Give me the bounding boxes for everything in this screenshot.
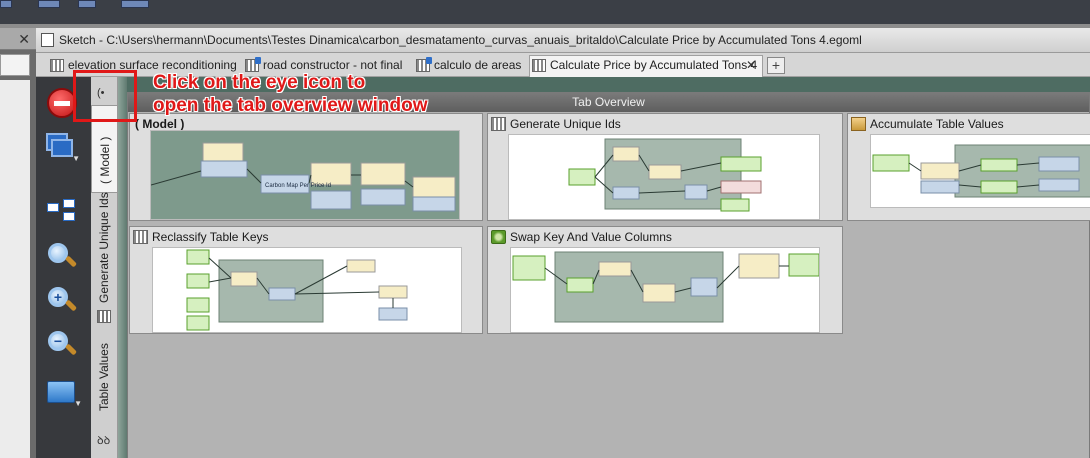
thumbnail xyxy=(510,247,820,333)
thumbnail: Carbon Map Per Price Id xyxy=(150,130,460,220)
model-canvas[interactable]: Tab Overview ( Model ) Carbon Map Per Pr… xyxy=(118,77,1090,458)
card-title-text: Reclassify Table Keys xyxy=(152,230,269,244)
tab-label: Calculate Price by Accumulated Tons 4 xyxy=(550,58,758,72)
document-icon xyxy=(41,33,54,47)
left-dock-body xyxy=(0,80,30,458)
accumulate-thumbnail xyxy=(872,144,1090,198)
overview-card-accumulate-table-values[interactable]: Accumulate Table Values xyxy=(847,113,1090,221)
generate-thumbnail xyxy=(568,138,762,212)
zoom-in-button[interactable]: + xyxy=(44,283,80,319)
window-titlebar: Sketch - C:\Users\hermann\Documents\Test… xyxy=(36,28,1090,53)
gear-icon xyxy=(491,230,506,244)
side-tab-strip: (• ( Model ) Generate Unique Ids Table V… xyxy=(91,77,118,458)
card-title: Accumulate Table Values xyxy=(851,117,1004,131)
left-dock-header: ✕ xyxy=(0,28,36,50)
thumbnail xyxy=(152,247,462,333)
windows-icon: ▼ xyxy=(46,133,80,163)
table-icon xyxy=(851,117,866,131)
card-title-text: Accumulate Table Values xyxy=(870,117,1004,131)
canvas-edge xyxy=(118,77,127,458)
overview-card-reclassify-table-keys[interactable]: Reclassify Table Keys xyxy=(129,226,483,334)
tab-overview-window: Tab Overview ( Model ) Carbon Map Per Pr… xyxy=(127,92,1090,458)
svg-text:Carbon Map Per Price Id: Carbon Map Per Price Id xyxy=(265,183,331,189)
side-tab-label: ( Model ) xyxy=(98,136,112,184)
toolbar-button[interactable] xyxy=(78,0,96,8)
tab-label: road constructor - not final xyxy=(263,58,403,72)
layout-button[interactable] xyxy=(44,193,80,229)
swap-thumbnail xyxy=(512,251,819,323)
container-icon: ▼ xyxy=(47,381,82,408)
side-tab-generate-unique-ids[interactable]: Generate Unique Ids xyxy=(91,192,117,307)
reclassify-thumbnail xyxy=(186,249,408,331)
vertical-toolbar: ▼ + − ▼ xyxy=(36,77,91,458)
overview-body: ( Model ) Carbon Map Per Price Id Genera… xyxy=(128,112,1090,458)
tab-calculate-price[interactable]: Calculate Price by Accumulated Tons 4 ✕ xyxy=(529,55,763,78)
grid-icon xyxy=(532,59,546,72)
side-tab-label: Table Values xyxy=(97,343,111,411)
left-dock-field[interactable] xyxy=(0,54,30,76)
grid-icon xyxy=(133,230,148,244)
app-toolbar xyxy=(0,0,1090,24)
overview-card-swap-key-value-columns[interactable]: Swap Key And Value Columns xyxy=(487,226,843,334)
tab-calculo-de-areas[interactable]: calculo de areas xyxy=(414,56,521,77)
side-tab-label: Generate Unique Ids xyxy=(97,192,111,303)
card-title-text: Generate Unique Ids xyxy=(510,117,621,131)
zoom-fit-button[interactable] xyxy=(44,239,80,275)
thumbnail xyxy=(508,134,820,220)
tab-label: calculo de areas xyxy=(434,58,522,72)
add-tab-button[interactable]: + xyxy=(767,57,785,74)
overview-card-generate-unique-ids[interactable]: Generate Unique Ids xyxy=(487,113,843,221)
close-icon[interactable]: ✕ xyxy=(18,31,30,48)
toolbar-button[interactable] xyxy=(121,0,149,8)
close-icon[interactable]: ✕ xyxy=(746,58,756,72)
eye-icon-highlight xyxy=(73,70,137,122)
toolbar-button[interactable] xyxy=(38,0,60,8)
zoom-out-icon: − xyxy=(48,331,78,359)
card-title: Swap Key And Value Columns xyxy=(491,230,672,244)
zoom-fit-icon xyxy=(48,243,78,271)
grid-icon xyxy=(245,57,261,72)
side-tab-table-values[interactable]: Table Values xyxy=(91,335,117,419)
grid-icon xyxy=(491,117,506,131)
card-title: ( Model ) xyxy=(135,117,185,131)
annotation-line-2: open the tab overview window xyxy=(153,95,428,116)
window-title: Sketch - C:\Users\hermann\Documents\Test… xyxy=(59,33,862,47)
zoom-in-icon: + xyxy=(48,287,78,315)
annotation-line-1: Click on the eye icon to xyxy=(153,72,366,93)
card-title: Generate Unique Ids xyxy=(491,117,621,131)
windows-button[interactable]: ▼ xyxy=(44,129,80,165)
left-dock-panel: ✕ xyxy=(0,28,36,458)
card-title-text: Swap Key And Value Columns xyxy=(510,230,672,244)
model-thumbnail: Carbon Map Per Price Id xyxy=(151,131,459,219)
zoom-out-button[interactable]: − xyxy=(44,327,80,363)
thumbnail xyxy=(870,134,1090,208)
grid-icon xyxy=(50,59,64,72)
toolbar-button[interactable] xyxy=(0,0,12,8)
container-button[interactable]: ▼ xyxy=(44,373,82,409)
card-title: Reclassify Table Keys xyxy=(133,230,269,244)
tree-icon[interactable]: ꝺꝺ xyxy=(97,433,110,448)
layout-icon xyxy=(47,199,77,223)
grid-icon xyxy=(97,310,111,323)
grid-icon xyxy=(416,57,432,72)
overview-card-model[interactable]: ( Model ) Carbon Map Per Price Id xyxy=(129,113,483,221)
